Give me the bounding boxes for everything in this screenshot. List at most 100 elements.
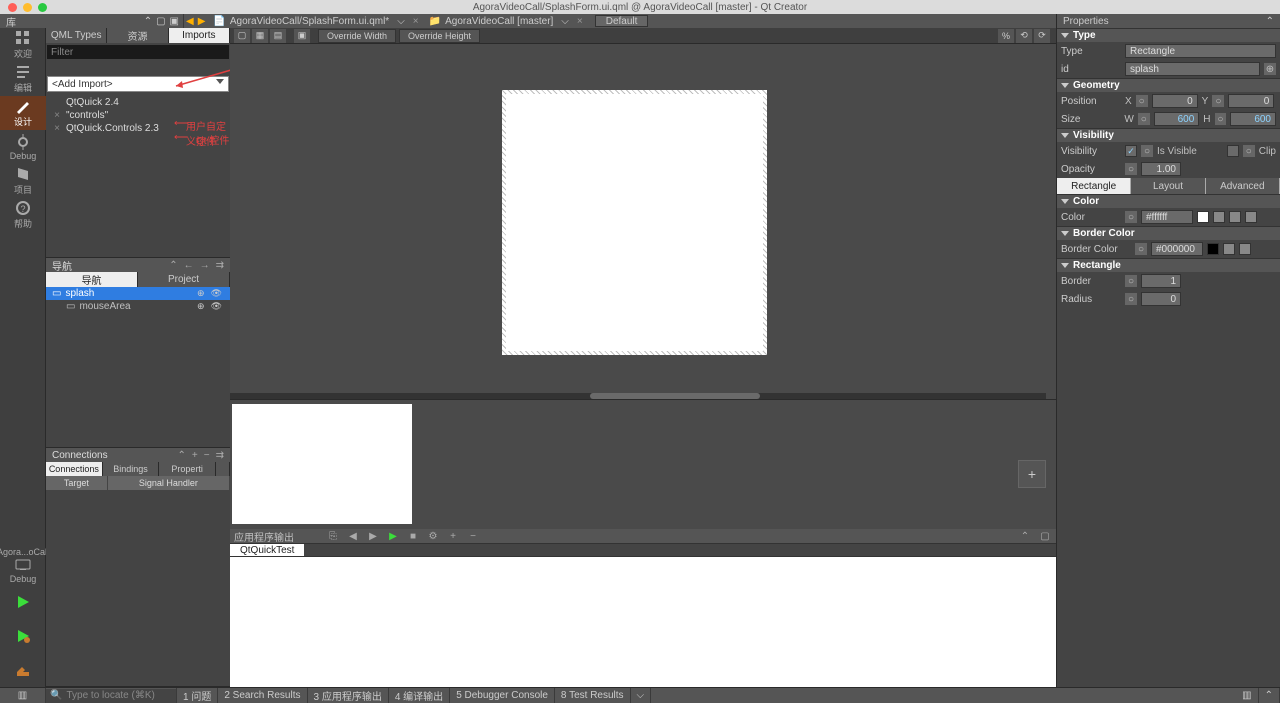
repo-dropdown-icon[interactable]: ⌵ — [557, 16, 573, 27]
opacity-input[interactable]: 1.00 — [1141, 162, 1181, 176]
bind-icon[interactable]: ○ — [1138, 113, 1150, 125]
zoom-window-icon[interactable] — [38, 3, 47, 12]
nav-right-icon[interactable]: → — [200, 260, 210, 271]
border-width-input[interactable]: 1 — [1141, 274, 1181, 288]
output-prev-icon[interactable]: ◀ — [346, 530, 360, 542]
bind-icon[interactable]: ○ — [1215, 113, 1227, 125]
status-debugger-console[interactable]: 5 Debugger Console — [450, 688, 555, 703]
section-color[interactable]: Color — [1057, 194, 1280, 208]
status-search-results[interactable]: 2 Search Results — [218, 688, 307, 703]
mode-edit[interactable]: 编辑 — [0, 62, 46, 96]
kit-selector[interactable]: Default — [595, 15, 649, 27]
visibility-toggle-icon[interactable]: 👁 — [211, 288, 222, 299]
export-toggle-icon[interactable]: ⊕ — [197, 301, 205, 312]
toolbar-refresh-icon[interactable]: ⟳ — [1034, 29, 1050, 43]
color-mode-icon[interactable] — [1213, 211, 1225, 223]
ptab-layout[interactable]: Layout — [1131, 178, 1205, 194]
mode-welcome[interactable]: 欢迎 — [0, 28, 46, 62]
tab-navigator[interactable]: 导航 — [46, 272, 138, 287]
remove-import-icon[interactable]: × — [52, 110, 62, 121]
status-issues[interactable]: 1 问题 — [177, 688, 218, 703]
clip-checkbox[interactable]: ✓ — [1227, 145, 1239, 157]
border-color-input[interactable]: #000000 — [1151, 242, 1203, 256]
status-test-results[interactable]: 8 Test Results — [555, 688, 631, 703]
toolbar-reset-icon[interactable]: ⟲ — [1016, 29, 1032, 43]
nav-back-icon[interactable]: ◀ — [184, 16, 196, 27]
section-geometry[interactable]: Geometry — [1057, 78, 1280, 92]
toggle-sidebar-icon[interactable]: ▥ — [0, 688, 46, 703]
override-width-button[interactable]: Override Width — [318, 29, 396, 43]
color-mode-icon[interactable] — [1245, 211, 1257, 223]
pos-x-input[interactable]: 0 — [1152, 94, 1198, 108]
output-collapse-icon[interactable]: ⌃ — [1018, 530, 1032, 542]
toolbar-bounds-icon[interactable]: ▣ — [294, 29, 310, 43]
bind-icon[interactable]: ○ — [1125, 275, 1137, 287]
close-file-icon[interactable]: × — [409, 16, 423, 27]
toggle-right-sidebar-icon[interactable]: ▥ — [1236, 688, 1258, 703]
id-field[interactable]: splash — [1125, 62, 1260, 76]
remove-connection-icon[interactable]: − — [204, 450, 210, 461]
target-selector[interactable]: Agora...oCall Debug — [0, 545, 46, 585]
tab-connections[interactable]: Connections — [46, 462, 103, 476]
bind-icon[interactable]: ○ — [1212, 95, 1224, 107]
ptab-advanced[interactable]: Advanced — [1206, 178, 1280, 194]
status-menu-icon[interactable]: ⌵ — [631, 688, 652, 703]
minimize-window-icon[interactable] — [23, 3, 32, 12]
color-mode-icon[interactable] — [1229, 211, 1241, 223]
mode-debug[interactable]: Debug — [0, 130, 46, 164]
override-height-button[interactable]: Override Height — [399, 29, 480, 43]
navigator-menu-icon[interactable]: ⌃ — [169, 260, 177, 271]
section-type[interactable]: Type — [1057, 28, 1280, 42]
nav-left-icon[interactable]: ← — [184, 260, 194, 271]
section-visibility[interactable]: Visibility — [1057, 128, 1280, 142]
visibility-toggle-icon[interactable]: 👁 — [211, 301, 222, 312]
tab-more[interactable] — [216, 462, 230, 476]
navigator-item-splash[interactable]: ▭ splash ⊕👁 — [46, 287, 230, 300]
library-popup-icon[interactable]: ⌃ — [144, 16, 152, 27]
column-target[interactable]: Target — [46, 476, 108, 490]
canvas-root-item[interactable] — [502, 90, 767, 355]
section-border-color[interactable]: Border Color — [1057, 226, 1280, 240]
color-mode-icon[interactable] — [1239, 243, 1251, 255]
tab-properties[interactable]: Properti — [159, 462, 216, 476]
pos-y-input[interactable]: 0 — [1228, 94, 1274, 108]
nav-forward-icon[interactable]: ▶ — [196, 16, 208, 27]
output-remove-icon[interactable]: − — [466, 530, 480, 542]
output-settings-icon[interactable]: ⚙ — [426, 530, 440, 542]
add-import-dropdown[interactable]: <Add Import> — [47, 76, 229, 92]
library-filter-input[interactable]: Filter — [47, 45, 229, 59]
bind-icon[interactable]: ○ — [1243, 145, 1255, 157]
section-rectangle[interactable]: Rectangle — [1057, 258, 1280, 272]
state-base[interactable] — [232, 404, 412, 524]
connections-menu-icon[interactable]: ⌃ — [178, 450, 186, 461]
mode-projects[interactable]: 项目 — [0, 164, 46, 198]
export-toggle-icon[interactable]: ⊕ — [197, 288, 205, 299]
run-debug-button[interactable] — [0, 619, 46, 653]
border-color-swatch[interactable] — [1207, 243, 1219, 255]
library-split2-icon[interactable]: ▣ — [170, 16, 179, 27]
add-connection-icon[interactable]: + — [192, 450, 198, 461]
add-state-button[interactable]: + — [1018, 460, 1046, 488]
output-close-icon[interactable]: ▢ — [1038, 530, 1052, 542]
bind-icon[interactable]: ○ — [1125, 211, 1137, 223]
bind-icon[interactable]: ○ — [1135, 243, 1147, 255]
toolbar-anchors-icon[interactable]: ▦ — [252, 29, 268, 43]
remove-import-icon[interactable]: × — [52, 123, 62, 134]
size-h-input[interactable]: 600 — [1230, 112, 1276, 126]
nav-filter-icon[interactable]: ⇉ — [216, 260, 224, 271]
file-crumb[interactable]: AgoraVideoCall/SplashForm.ui.qml* — [226, 16, 393, 27]
mode-help[interactable]: ? 帮助 — [0, 198, 46, 232]
bind-icon[interactable]: ○ — [1136, 95, 1148, 107]
output-add-icon[interactable]: + — [446, 530, 460, 542]
bind-icon[interactable]: ○ — [1141, 145, 1153, 157]
color-input[interactable]: #ffffff — [1141, 210, 1193, 224]
output-attach-icon[interactable]: ⎘ — [326, 530, 340, 542]
radius-input[interactable]: 0 — [1141, 292, 1181, 306]
run-button[interactable] — [0, 585, 46, 619]
type-field[interactable]: Rectangle — [1125, 44, 1276, 58]
repo-crumb[interactable]: AgoraVideoCall [master] — [441, 16, 557, 27]
size-w-input[interactable]: 600 — [1154, 112, 1200, 126]
tab-project[interactable]: Project — [138, 272, 230, 287]
tab-qml-types[interactable]: QML Types — [46, 28, 107, 43]
bind-icon[interactable]: ○ — [1125, 163, 1137, 175]
